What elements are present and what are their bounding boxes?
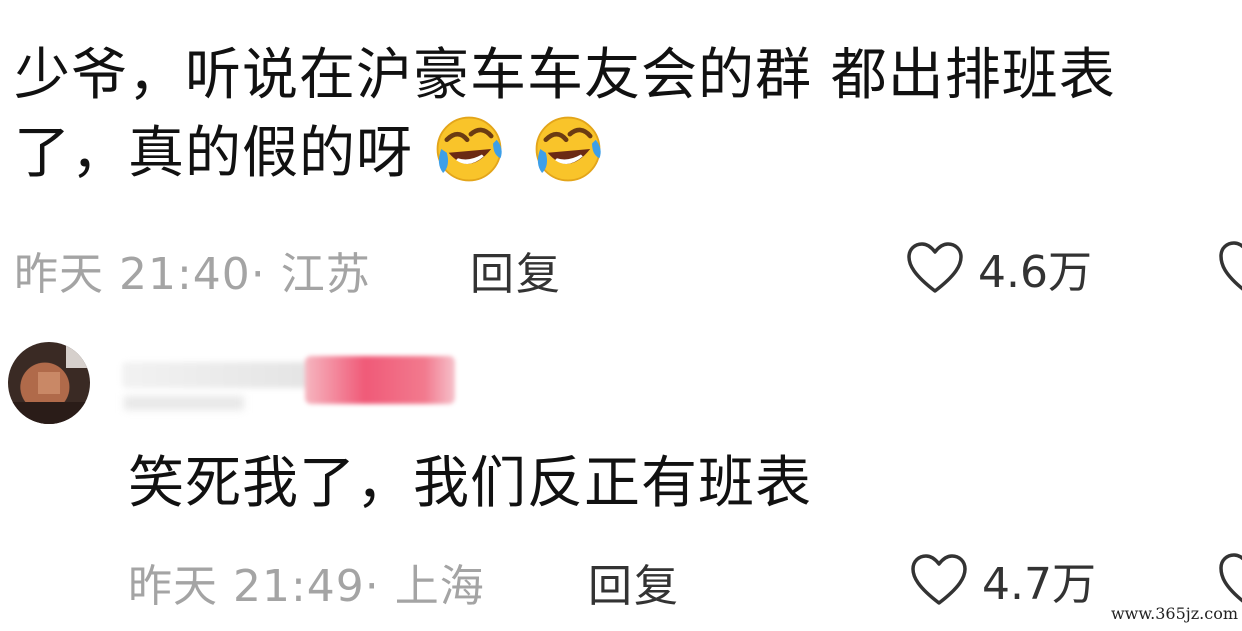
comment-1-time: 昨天 21:40	[14, 249, 251, 300]
comment-1-meta: 昨天 21:40· 江苏	[14, 238, 371, 302]
comment-2-text: 笑死我了，我们反正有班表	[128, 451, 812, 516]
laughing-crying-emoji-icon	[436, 116, 502, 182]
heart-icon[interactable]	[1218, 552, 1242, 606]
comment-1-line-1: 少爷，听说在沪豪车车友会的群 都出排班表	[14, 43, 1116, 108]
comment-1-like-count: 4.6万	[978, 247, 1092, 298]
laughing-crying-emoji-icon	[535, 116, 601, 182]
user-subtitle-blurred	[124, 396, 244, 410]
comment-1-line-2-text: 了，真的假的呀	[14, 121, 413, 186]
comment-2-location: · 上海	[364, 561, 485, 612]
comment-1-text: 少爷，听说在沪豪车车友会的群 都出排班表 了，真的假的呀	[14, 40, 1214, 190]
heart-icon	[907, 242, 963, 293]
comment-2-reply-button[interactable]: 回复	[588, 550, 680, 614]
comment-2-time: 昨天 21:49	[128, 561, 365, 612]
heart-icon	[911, 554, 967, 605]
comment-2-like-count: 4.7万	[982, 559, 1096, 610]
comment-1-like-button[interactable]: 4.6万	[906, 236, 1092, 300]
avatar[interactable]	[8, 342, 90, 424]
watermark: www.365jz.com	[1110, 604, 1238, 623]
comment-2-like-button[interactable]: 4.7万	[910, 548, 1096, 612]
username-blurred[interactable]	[122, 362, 312, 388]
heart-icon[interactable]	[1218, 240, 1242, 294]
comment-1-line-2: 了，真的假的呀	[14, 112, 1214, 190]
comment-2-meta: 昨天 21:49· 上海	[128, 550, 485, 614]
user-badge-blurred	[305, 356, 455, 404]
comment-1-reply-button[interactable]: 回复	[470, 238, 562, 302]
comment-1-location: · 江苏	[250, 249, 371, 300]
